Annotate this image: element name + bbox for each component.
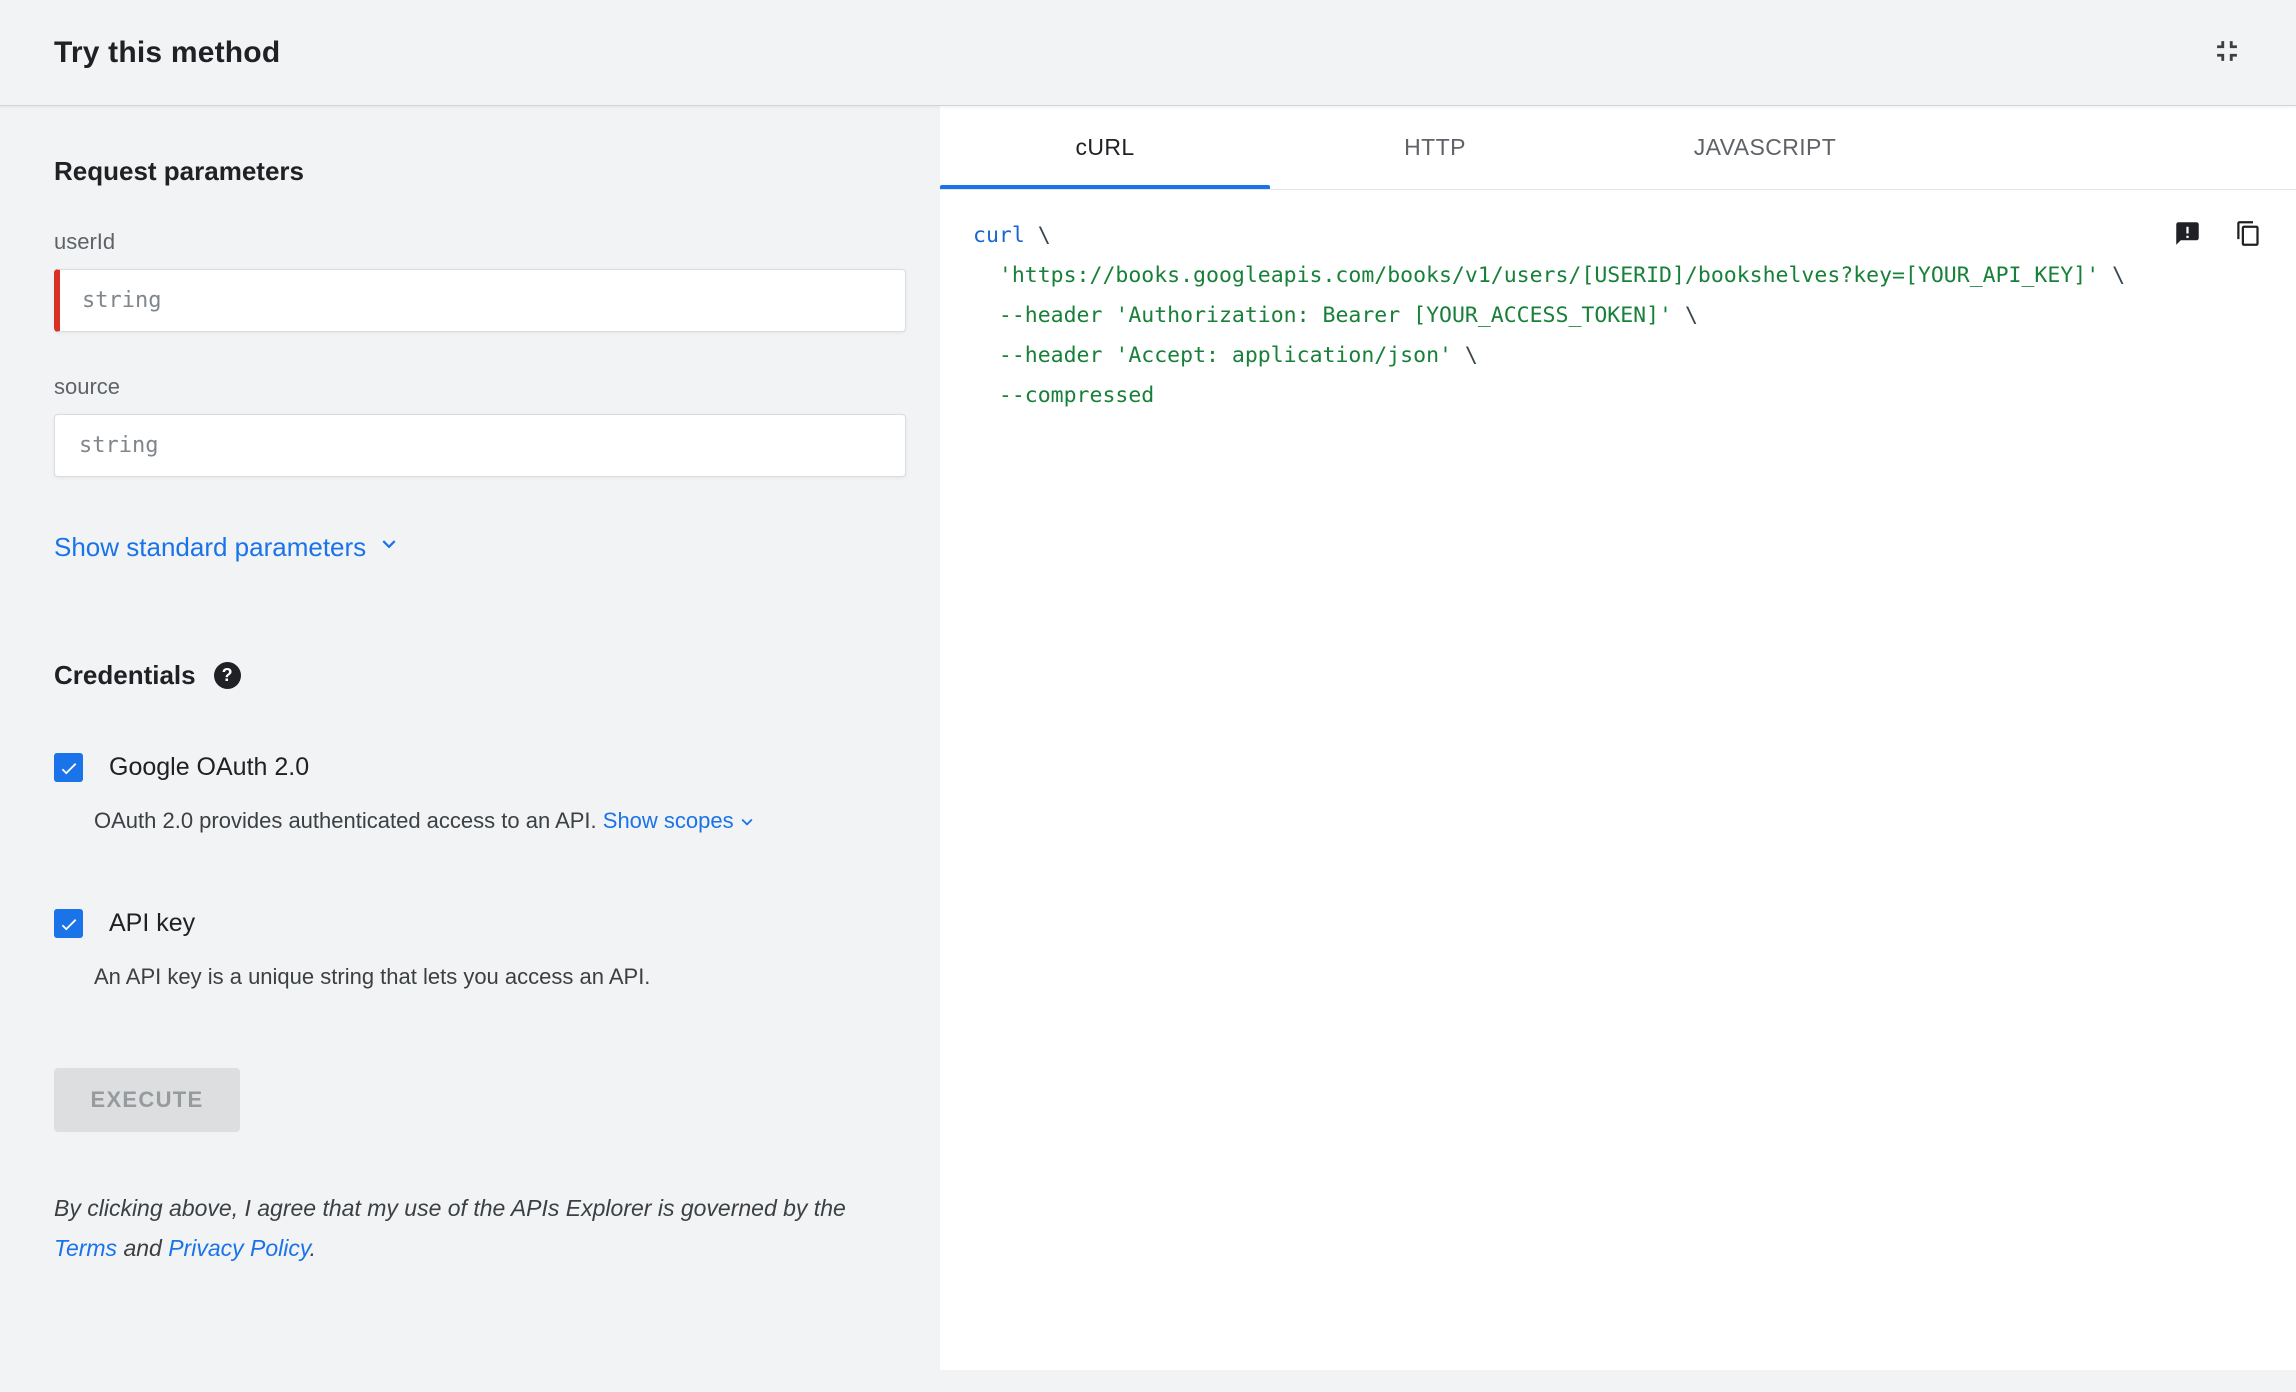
show-scopes-label: Show scopes <box>602 808 734 833</box>
terms-link[interactable]: Terms <box>54 1235 117 1261</box>
code-tabs: cURL HTTP JAVASCRIPT <box>940 106 2296 190</box>
oauth-label: Google OAuth 2.0 <box>109 753 310 781</box>
execute-button[interactable]: EXECUTE <box>54 1068 240 1133</box>
check-icon <box>61 762 76 774</box>
userid-input[interactable] <box>54 269 906 332</box>
show-scopes-link[interactable]: Show scopes <box>603 808 758 833</box>
dialog-title: Try this method <box>54 35 281 69</box>
field-label-source: source <box>54 374 121 399</box>
oauth-description-text: OAuth 2.0 provides authenticated access … <box>94 808 603 833</box>
apikey-label: API key <box>109 909 196 938</box>
disclaimer-text: and <box>117 1235 169 1262</box>
apikey-checkbox[interactable] <box>54 909 83 939</box>
oauth-description: OAuth 2.0 provides authenticated access … <box>94 808 890 835</box>
dialog-header: Try this method <box>0 0 2296 106</box>
collapse-icon <box>2210 34 2244 71</box>
collapse-button[interactable] <box>2204 28 2250 77</box>
code-sample-panel: cURL HTTP JAVASCRIPT curl \ 'https://boo… <box>940 106 2296 1370</box>
credentials-heading-label: Credentials <box>54 660 196 690</box>
apikey-checkbox-row[interactable]: API key <box>54 909 890 939</box>
disclaimer: By clicking above, I agree that my use o… <box>54 1188 899 1268</box>
copy-icon <box>2235 220 2262 250</box>
oauth-checkbox-row[interactable]: Google OAuth 2.0 <box>54 753 890 782</box>
chevron-down-icon <box>736 809 758 834</box>
feedback-icon <box>2174 220 2201 250</box>
field-label-userid: userId <box>54 229 116 254</box>
chevron-down-icon <box>376 531 402 564</box>
disclaimer-text: By clicking above, I agree that my use o… <box>54 1195 846 1222</box>
show-standard-parameters-label: Show standard parameters <box>54 532 367 562</box>
code-panel: curl \ 'https://books.googleapis.com/boo… <box>940 190 2296 1370</box>
code-block[interactable]: curl \ 'https://books.googleapis.com/boo… <box>973 216 2296 416</box>
tab-curl[interactable]: cURL <box>940 106 1270 189</box>
copy-button[interactable] <box>2229 214 2268 256</box>
tab-http[interactable]: HTTP <box>1270 106 1600 189</box>
privacy-policy-link[interactable]: Privacy Policy <box>168 1235 309 1261</box>
request-parameters-heading: Request parameters <box>54 156 304 186</box>
source-input[interactable] <box>54 414 906 477</box>
credentials-heading: Credentials ? <box>54 660 890 691</box>
tab-javascript[interactable]: JAVASCRIPT <box>1600 106 1930 189</box>
apikey-description: An API key is a unique string that lets … <box>94 964 651 990</box>
request-panel: Request parameters userId source Show st… <box>0 106 940 1392</box>
show-standard-parameters-link[interactable]: Show standard parameters <box>54 531 402 564</box>
disclaimer-text: . <box>309 1235 317 1262</box>
oauth-checkbox[interactable] <box>54 753 83 782</box>
check-icon <box>61 918 76 931</box>
feedback-button[interactable] <box>2168 214 2207 256</box>
help-icon[interactable]: ? <box>213 662 241 689</box>
